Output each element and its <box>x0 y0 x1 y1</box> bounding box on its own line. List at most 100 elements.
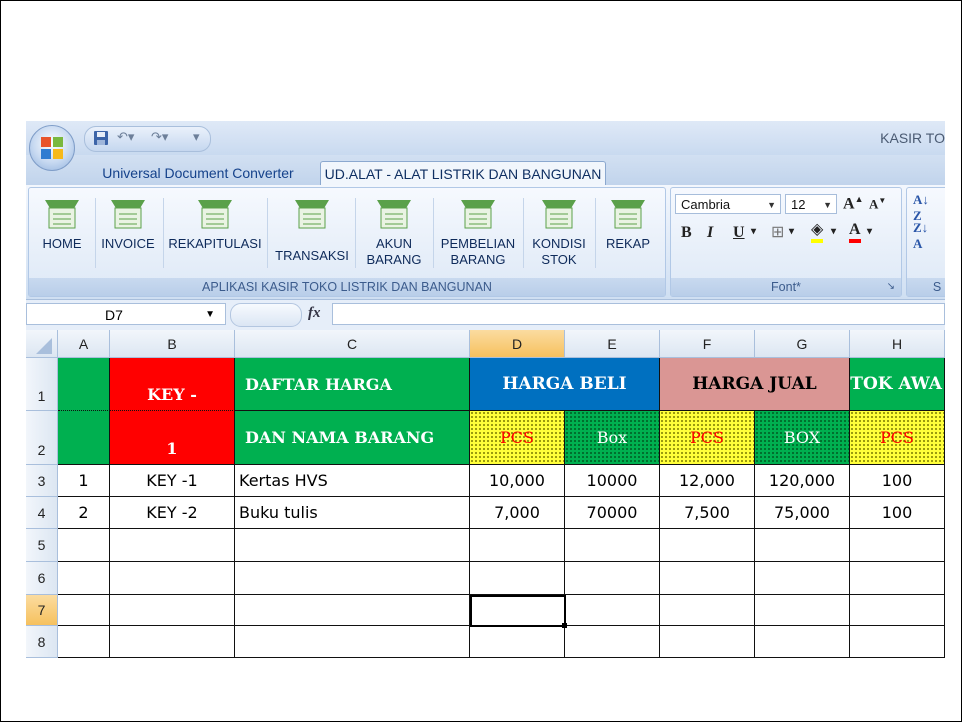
cell-a3[interactable]: 1 <box>58 465 110 497</box>
cell-e5[interactable] <box>565 529 660 562</box>
save-icon[interactable] <box>93 130 109 150</box>
cell-f1-merged[interactable]: HARGA JUAL <box>660 358 850 411</box>
font-name-select[interactable]: Cambria ▼ <box>675 194 781 214</box>
italic-icon[interactable]: I <box>707 224 713 242</box>
cell-e8[interactable] <box>565 626 660 658</box>
tab-universal-document-converter[interactable]: Universal Document Converter <box>90 161 306 185</box>
chevron-down-icon[interactable]: ▼ <box>205 304 215 326</box>
cell-d1-merged[interactable]: HARGA BELI <box>470 358 660 411</box>
cell-f7[interactable] <box>660 595 755 626</box>
row-header-6[interactable]: 6 <box>26 562 58 595</box>
column-header-e[interactable]: E <box>565 330 660 358</box>
cell-b4[interactable]: KEY -2 <box>110 497 235 529</box>
cell-d2[interactable]: PCS <box>470 411 565 465</box>
cell-d8[interactable] <box>470 626 565 658</box>
cell-b2[interactable]: 1 <box>110 411 235 465</box>
cell-f4[interactable]: 7,500 <box>660 497 755 529</box>
office-button[interactable] <box>29 125 75 171</box>
cell-b3[interactable]: KEY -1 <box>110 465 235 497</box>
cell-f8[interactable] <box>660 626 755 658</box>
cell-g4[interactable]: 75,000 <box>755 497 850 529</box>
cell-b5[interactable] <box>110 529 235 562</box>
row-header-4[interactable]: 4 <box>26 497 58 529</box>
cell-c2[interactable]: DAN NAMA BARANG <box>235 411 470 465</box>
cell-a4[interactable]: 2 <box>58 497 110 529</box>
undo-icon[interactable]: ↶▾ <box>117 130 134 145</box>
row-header-8[interactable]: 8 <box>26 626 58 658</box>
cell-a8[interactable] <box>58 626 110 658</box>
ribbon-button-akun-barang[interactable]: AKUN BARANG <box>359 196 429 268</box>
cell-d5[interactable] <box>470 529 565 562</box>
cell-g2[interactable]: BOX <box>755 411 850 465</box>
cell-d6[interactable] <box>470 562 565 595</box>
ribbon-button-rekap[interactable]: REKAP <box>599 196 657 252</box>
borders-icon[interactable]: ⊞ <box>771 222 784 242</box>
cell-c8[interactable] <box>235 626 470 658</box>
cell-c7[interactable] <box>235 595 470 626</box>
row-header-5[interactable]: 5 <box>26 529 58 562</box>
cell-f6[interactable] <box>660 562 755 595</box>
ribbon-button-home[interactable]: HOME <box>33 196 91 252</box>
cell-h1[interactable]: STOK AWA <box>850 358 945 411</box>
cell-c3[interactable]: Kertas HVS <box>235 465 470 497</box>
quick-access-toolbar[interactable]: ↶▾ ↷▾ ▾ <box>84 126 211 152</box>
insert-function-icon[interactable]: fx <box>308 305 321 322</box>
bold-icon[interactable]: B <box>681 224 692 242</box>
column-header-c[interactable]: C <box>235 330 470 358</box>
row-header-3[interactable]: 3 <box>26 465 58 497</box>
fill-color-dropdown-icon[interactable]: ▾ <box>831 226 836 237</box>
column-header-h[interactable]: H <box>850 330 945 358</box>
cell-d4[interactable]: 7,000 <box>470 497 565 529</box>
column-header-a[interactable]: A <box>58 330 110 358</box>
cell-a7[interactable] <box>58 595 110 626</box>
cell-e2[interactable]: Box <box>565 411 660 465</box>
redo-icon[interactable]: ↷▾ <box>151 130 168 145</box>
row-header-2[interactable]: 2 <box>26 411 58 465</box>
cell-c4[interactable]: Buku tulis <box>235 497 470 529</box>
underline-dropdown-icon[interactable]: ▾ <box>751 226 756 237</box>
column-header-g[interactable]: G <box>755 330 850 358</box>
cell-h3[interactable]: 100 <box>850 465 945 497</box>
cell-h6[interactable] <box>850 562 945 595</box>
sort-descending-icon[interactable]: Z↓ A <box>913 220 928 252</box>
cell-f3[interactable]: 12,000 <box>660 465 755 497</box>
formula-input[interactable] <box>332 303 945 325</box>
cell-b1[interactable]: KEY - <box>110 358 235 411</box>
cell-b6[interactable] <box>110 562 235 595</box>
cell-g7[interactable] <box>755 595 850 626</box>
ribbon-button-kondisi-stok[interactable]: KONDISI STOK <box>527 196 591 268</box>
cell-c5[interactable] <box>235 529 470 562</box>
cell-h2[interactable]: PCS <box>850 411 945 465</box>
cell-b7[interactable] <box>110 595 235 626</box>
cell-b8[interactable] <box>110 626 235 658</box>
row-header-1[interactable]: 1 <box>26 358 58 411</box>
cell-h7[interactable] <box>850 595 945 626</box>
tab-ud-alat[interactable]: UD.ALAT - ALAT LISTRIK DAN BANGUNAN <box>320 161 606 186</box>
grow-font-icon[interactable]: A▲ <box>843 194 863 213</box>
ribbon-button-transaksi[interactable]: TRANSAKSI <box>273 196 351 264</box>
cell-g3[interactable]: 120,000 <box>755 465 850 497</box>
shrink-font-icon[interactable]: A▼ <box>869 196 886 212</box>
cell-a6[interactable] <box>58 562 110 595</box>
customize-qat-icon[interactable]: ▾ <box>193 130 200 145</box>
cell-c6[interactable] <box>235 562 470 595</box>
cell-f2[interactable]: PCS <box>660 411 755 465</box>
cell-h8[interactable] <box>850 626 945 658</box>
row-header-7[interactable]: 7 <box>26 595 58 626</box>
font-color-icon[interactable]: A <box>849 221 861 243</box>
formula-bar-splitter[interactable] <box>230 303 302 327</box>
ribbon-button-pembelian-barang[interactable]: PEMBELIAN BARANG <box>437 196 519 268</box>
cell-f5[interactable] <box>660 529 755 562</box>
dialog-launcher-icon[interactable]: ↘ <box>887 278 895 296</box>
cell-a5[interactable] <box>58 529 110 562</box>
cell-e3[interactable]: 10000 <box>565 465 660 497</box>
cell-a1-merged[interactable] <box>58 358 110 465</box>
select-all-button[interactable] <box>26 330 58 358</box>
ribbon-button-rekapitulasi[interactable]: REKAPITULASI <box>167 196 263 252</box>
cell-c1[interactable]: DAFTAR HARGA <box>235 358 470 411</box>
font-size-select[interactable]: 12 ▼ <box>785 194 837 214</box>
cell-g8[interactable] <box>755 626 850 658</box>
cell-h5[interactable] <box>850 529 945 562</box>
fill-handle[interactable] <box>562 623 567 628</box>
fill-color-icon[interactable]: ◈ <box>811 221 824 243</box>
